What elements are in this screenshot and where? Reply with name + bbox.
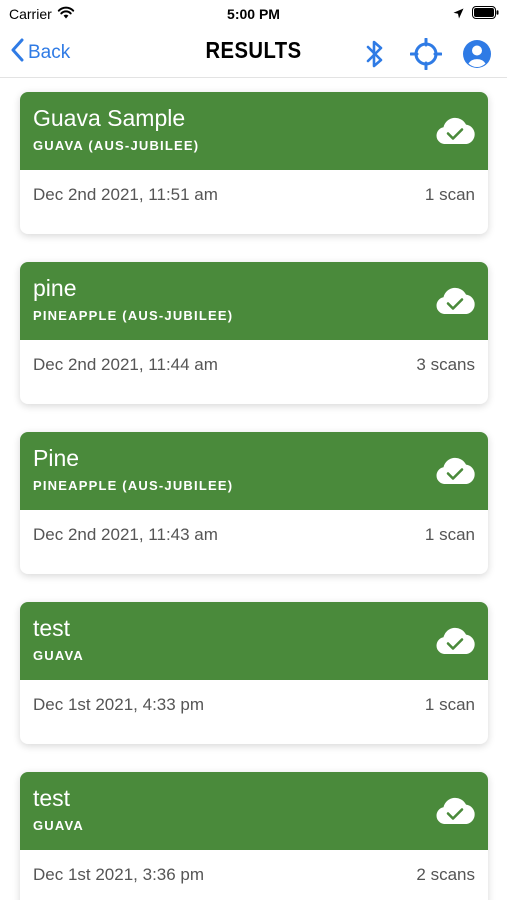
result-title: Pine <box>33 445 80 471</box>
result-card[interactable]: Pine PINEAPPLE (AUS-JUBILEE) Dec 2nd 202… <box>20 432 488 574</box>
result-title: test <box>33 615 71 641</box>
card-header: Guava Sample GUAVA (AUS-JUBILEE) <box>20 92 488 170</box>
result-date: Dec 2nd 2021, 11:51 am <box>33 185 218 204</box>
result-title: Guava Sample <box>33 105 186 131</box>
cloud-check-icon <box>436 287 475 314</box>
result-subtitle: GUAVA (AUS-JUBILEE) <box>33 138 200 153</box>
result-scan-count: 1 scan <box>424 525 475 544</box>
nav-actions <box>358 37 493 70</box>
result-subtitle: PINEAPPLE (AUS-JUBILEE) <box>33 308 234 323</box>
result-scan-count: 3 scans <box>416 355 475 374</box>
result-subtitle: GUAVA <box>33 648 85 663</box>
result-scan-count: 2 scans <box>416 865 475 884</box>
result-date: Dec 1st 2021, 3:36 pm <box>33 865 205 884</box>
result-card[interactable]: test GUAVA Dec 1st 2021, 4:33 pm 1 scan <box>20 602 488 744</box>
card-header: test GUAVA <box>20 602 488 680</box>
cloud-check-icon <box>436 627 475 654</box>
result-subtitle: PINEAPPLE (AUS-JUBILEE) <box>33 478 234 493</box>
card-header: pine PINEAPPLE (AUS-JUBILEE) <box>20 262 488 340</box>
card-header: test GUAVA <box>20 772 488 850</box>
results-list[interactable]: Guava Sample GUAVA (AUS-JUBILEE) Dec 2nd… <box>0 78 507 900</box>
result-date: Dec 1st 2021, 4:33 pm <box>33 695 205 714</box>
location-arrow-icon <box>453 6 464 24</box>
card-header: Pine PINEAPPLE (AUS-JUBILEE) <box>20 432 488 510</box>
status-right <box>453 6 499 24</box>
cloud-check-icon <box>436 797 475 824</box>
bluetooth-icon[interactable] <box>358 37 391 70</box>
result-scan-count: 1 scan <box>424 695 475 714</box>
result-date: Dec 2nd 2021, 11:43 am <box>33 525 218 544</box>
account-icon[interactable] <box>460 37 493 70</box>
chevron-left-icon <box>10 38 24 68</box>
result-title: pine <box>33 275 77 301</box>
result-subtitle: GUAVA <box>33 818 85 833</box>
cloud-check-icon <box>436 117 475 144</box>
status-time: 5:00 PM <box>227 6 280 22</box>
status-bar: Carrier 5:00 PM <box>0 0 507 28</box>
cloud-check-icon <box>436 457 475 484</box>
result-card[interactable]: Guava Sample GUAVA (AUS-JUBILEE) Dec 2nd… <box>20 92 488 234</box>
result-card[interactable]: test GUAVA Dec 1st 2021, 3:36 pm 2 scans <box>20 772 488 900</box>
crosshair-icon[interactable] <box>409 37 442 70</box>
result-date: Dec 2nd 2021, 11:44 am <box>33 355 218 374</box>
nav-bar: Back RESULTS <box>0 28 507 78</box>
result-title: test <box>33 785 71 811</box>
result-card[interactable]: pine PINEAPPLE (AUS-JUBILEE) Dec 2nd 202… <box>20 262 488 404</box>
result-scan-count: 1 scan <box>424 185 475 204</box>
battery-icon <box>472 6 499 24</box>
